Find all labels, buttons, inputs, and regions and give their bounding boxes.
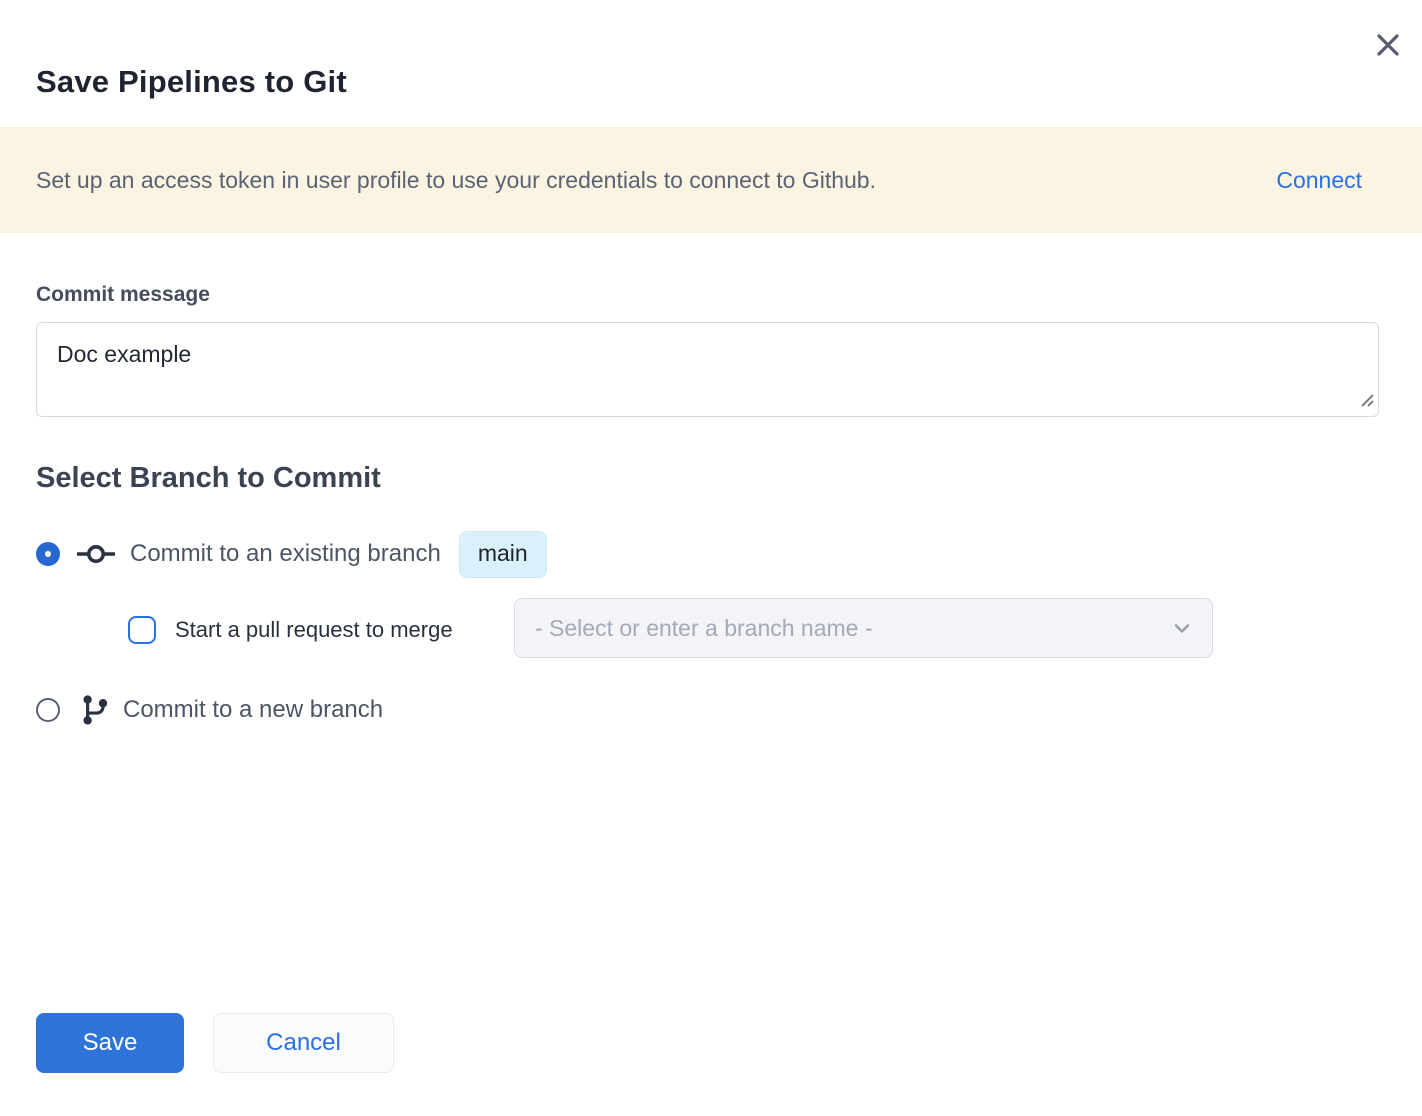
existing-branch-label: Commit to an existing branch bbox=[130, 540, 441, 568]
commit-message-textarea[interactable]: Doc example bbox=[36, 322, 1379, 417]
merge-branch-dropdown[interactable]: - Select or enter a branch name - bbox=[514, 598, 1213, 658]
current-branch-badge: main bbox=[459, 531, 547, 578]
chevron-down-icon bbox=[1170, 616, 1194, 640]
existing-branch-option: Commit to an existing branch main bbox=[36, 530, 547, 578]
select-branch-heading: Select Branch to Commit bbox=[36, 462, 381, 495]
new-branch-option: Commit to a new branch bbox=[36, 686, 383, 734]
close-button[interactable] bbox=[1372, 29, 1404, 61]
page-title: Save Pipelines to Git bbox=[36, 64, 347, 100]
save-button[interactable]: Save bbox=[36, 1013, 184, 1073]
banner-message: Set up an access token in user profile t… bbox=[36, 167, 1276, 194]
cancel-button[interactable]: Cancel bbox=[213, 1013, 394, 1073]
access-token-banner: Set up an access token in user profile t… bbox=[0, 127, 1422, 233]
save-pipelines-modal: Save Pipelines to Git Set up an access t… bbox=[0, 0, 1422, 1116]
pull-request-label: Start a pull request to merge bbox=[175, 617, 453, 643]
new-branch-radio[interactable] bbox=[36, 698, 60, 722]
pull-request-option: Start a pull request to merge bbox=[128, 606, 453, 654]
close-icon bbox=[1374, 31, 1402, 59]
git-branch-icon bbox=[80, 694, 110, 726]
existing-branch-radio[interactable] bbox=[36, 542, 60, 566]
commit-message-label: Commit message bbox=[36, 283, 210, 307]
merge-branch-placeholder: - Select or enter a branch name - bbox=[535, 615, 1170, 642]
git-commit-icon bbox=[77, 541, 115, 567]
connect-link[interactable]: Connect bbox=[1276, 167, 1362, 194]
pull-request-checkbox[interactable] bbox=[128, 616, 156, 644]
modal-footer: Save Cancel bbox=[36, 1013, 394, 1073]
commit-message-field: Doc example bbox=[36, 322, 1379, 417]
new-branch-label: Commit to a new branch bbox=[123, 696, 383, 724]
